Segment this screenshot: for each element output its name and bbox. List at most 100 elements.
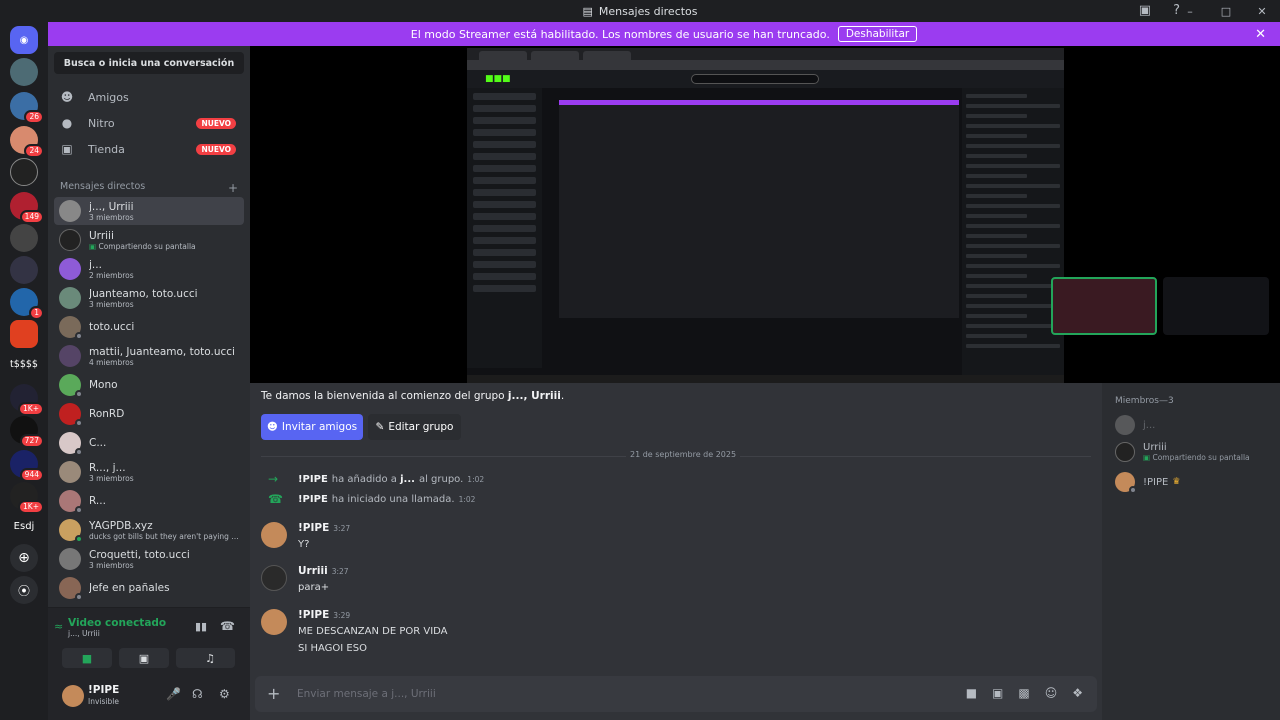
streamer-message: El modo Streamer está habilitado. Los no… xyxy=(410,27,830,41)
avatar xyxy=(59,432,83,456)
message-text: Y? xyxy=(298,539,310,550)
avatar xyxy=(59,316,83,340)
member-item[interactable]: Urriii ▣ Compartiendo su pantalla xyxy=(1115,442,1250,462)
avatar xyxy=(59,345,81,367)
message-input[interactable] xyxy=(297,684,897,704)
window-title: ▤ Mensajes directos xyxy=(582,4,698,18)
dm-item[interactable]: YAGPDB.xyz ducks got bills but they aren'… xyxy=(54,516,244,544)
new-badge: NUEVO xyxy=(196,117,236,129)
close-banner-icon[interactable]: ✕ xyxy=(1255,27,1266,42)
settings-gear-icon[interactable]: ⚙ xyxy=(219,687,230,701)
message-author[interactable]: Urriii xyxy=(298,565,328,577)
signal-icon: ≈ xyxy=(54,620,64,633)
explore-servers-button[interactable]: ⦿ xyxy=(10,576,38,604)
avatar[interactable] xyxy=(261,609,287,635)
kick-chat-panel xyxy=(962,88,1064,378)
avatar xyxy=(59,374,83,398)
server-icon[interactable]: Esdj xyxy=(10,512,38,540)
minimize-button[interactable]: – xyxy=(1172,5,1208,18)
server-badge: 1K+ xyxy=(18,402,44,416)
dm-item[interactable]: Urriii ▣ Compartiendo su pantalla xyxy=(54,226,244,254)
server-icon[interactable] xyxy=(10,58,38,86)
user-avatar[interactable] xyxy=(62,685,84,707)
server-icon[interactable]: t$$$$ xyxy=(8,350,40,378)
status-indicator xyxy=(75,535,83,543)
nav-shop[interactable]: ▣ Tienda NUEVO xyxy=(54,137,244,161)
browser-url-bar xyxy=(467,60,1064,70)
server-icon[interactable]: 149 xyxy=(10,192,44,224)
server-icon[interactable]: 1K+ xyxy=(10,482,44,514)
dm-item[interactable]: j... 2 miembros xyxy=(54,255,244,283)
soundboard-button[interactable]: ♫ xyxy=(185,648,235,668)
dm-item[interactable]: R... xyxy=(54,487,244,515)
discord-home-icon[interactable]: ◉ xyxy=(10,26,38,54)
message-author[interactable]: !PIPE xyxy=(298,522,329,534)
nav-nitro[interactable]: ● Nitro NUEVO xyxy=(54,111,244,135)
maximize-button[interactable]: □ xyxy=(1208,5,1244,18)
server-badge: 149 xyxy=(19,210,44,224)
server-icon[interactable] xyxy=(10,224,38,252)
arrow-right-icon: → xyxy=(268,472,279,486)
dm-item[interactable]: Juanteamo, toto.ucci 3 miembros xyxy=(54,284,244,312)
find-conversation-button[interactable]: Busca o inicia una conversación xyxy=(54,52,244,74)
message-author[interactable]: !PIPE xyxy=(298,609,329,621)
dm-item[interactable]: Jefe en pañales xyxy=(54,574,244,602)
pencil-icon: ✎ xyxy=(375,421,385,433)
user-panel: !PIPE Invisible 🎤 ☊ ⚙ xyxy=(48,675,250,720)
inbox-icon[interactable]: ▣ xyxy=(1139,3,1151,18)
participant-video-tile[interactable] xyxy=(1051,277,1157,335)
server-icon[interactable]: 26 xyxy=(10,92,44,124)
screen-share-button[interactable]: ▣ xyxy=(119,648,169,668)
server-icon[interactable] xyxy=(10,158,38,186)
avatar[interactable] xyxy=(261,522,287,548)
participant-video-tile[interactable] xyxy=(1163,277,1269,335)
server-icon[interactable]: 727 xyxy=(10,416,44,448)
sticker-icon[interactable]: ▩ xyxy=(1018,686,1029,700)
server-icon[interactable]: 24 xyxy=(10,126,44,158)
member-item[interactable]: j... xyxy=(1115,415,1155,435)
dm-item[interactable]: toto.ucci xyxy=(54,313,244,341)
server-icon[interactable]: 944 xyxy=(10,450,44,482)
nav-friends[interactable]: ☻ Amigos xyxy=(54,85,244,109)
voice-status[interactable]: Video conectado j..., Urriii xyxy=(68,617,166,638)
add-user-icon: ☻ xyxy=(266,421,278,433)
attach-plus-icon[interactable]: + xyxy=(267,684,280,703)
message-text: ME DESCANZAN DE POR VIDA SI HAGOI ESO xyxy=(298,626,448,654)
avatar[interactable] xyxy=(261,565,287,591)
dm-item[interactable]: R..., j... 3 miembros xyxy=(54,458,244,486)
server-icon[interactable]: 1K+ xyxy=(10,384,44,416)
server-icon[interactable] xyxy=(10,256,38,284)
add-server-button[interactable]: ⊕ xyxy=(10,544,38,572)
noise-suppression-icon[interactable]: ▮▮ xyxy=(195,620,207,633)
nitro-icon: ● xyxy=(61,116,73,130)
emoji-icon[interactable]: ☺ xyxy=(1045,686,1058,700)
member-list: Miembros—3 j... Urriii ▣ Compartiendo su… xyxy=(1102,383,1280,720)
dm-item[interactable]: RonRD xyxy=(54,400,244,428)
disable-streamer-button[interactable]: Deshabilitar xyxy=(837,26,918,42)
gift-icon[interactable]: ■ xyxy=(966,686,977,700)
edit-group-button[interactable]: ✎ Editar grupo xyxy=(368,414,461,440)
dm-item[interactable]: Mono xyxy=(54,371,244,399)
gif-icon[interactable]: ▣ xyxy=(992,686,1003,700)
dm-item[interactable]: j..., Urriii 3 miembros xyxy=(54,197,244,225)
invite-friends-button[interactable]: ☻ Invitar amigos xyxy=(261,414,363,440)
new-badge: NUEVO xyxy=(196,143,236,155)
close-window-button[interactable]: ✕ xyxy=(1244,5,1280,18)
server-icon[interactable] xyxy=(10,320,38,348)
microphone-icon[interactable]: 🎤 xyxy=(166,687,181,701)
disconnect-icon[interactable]: ☎ xyxy=(220,619,235,633)
server-badge: 26 xyxy=(24,110,44,124)
shared-screen[interactable]: ■■■ xyxy=(467,48,1064,383)
dm-item[interactable]: mattii, Juanteamo, toto.ucci 4 miembros xyxy=(54,342,244,370)
dm-item[interactable]: Croquetti, toto.ucci 3 miembros xyxy=(54,545,244,573)
member-item[interactable]: !PIPE ♛ xyxy=(1115,472,1180,494)
apps-icon[interactable]: ❖ xyxy=(1072,686,1083,700)
stream-viewer[interactable]: ■■■ xyxy=(250,46,1280,383)
status-indicator xyxy=(75,332,83,340)
dm-item[interactable]: C... xyxy=(54,429,244,457)
create-dm-icon[interactable]: + xyxy=(228,181,238,195)
headphones-icon[interactable]: ☊ xyxy=(192,687,203,701)
server-icon[interactable]: 1 xyxy=(10,288,44,320)
user-name: !PIPE xyxy=(88,684,120,696)
camera-button[interactable]: ■ xyxy=(62,648,112,668)
